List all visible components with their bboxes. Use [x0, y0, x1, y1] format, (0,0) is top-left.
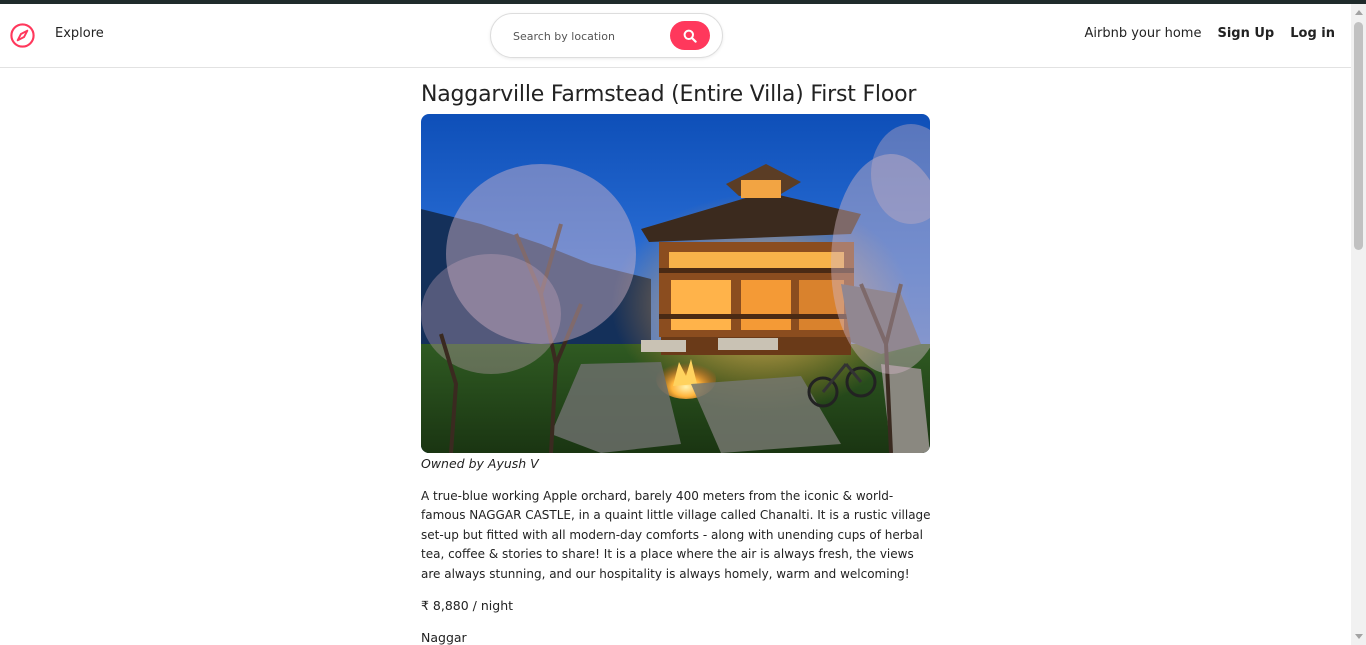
search-icon — [683, 29, 697, 43]
search-bar — [490, 13, 723, 58]
compass-icon[interactable] — [9, 22, 36, 49]
listing-title: Naggarville Farmstead (Entire Villa) Fir… — [421, 82, 917, 107]
listing-owner: Owned by Ayush V — [421, 456, 539, 471]
scrollbar[interactable] — [1351, 4, 1366, 645]
nav-links: Airbnb your home Sign Up Log in — [1085, 26, 1336, 41]
search-button[interactable] — [670, 21, 710, 50]
scroll-down-arrow-icon[interactable] — [1355, 634, 1363, 639]
explore-link[interactable]: Explore — [55, 26, 104, 41]
sign-up-link[interactable]: Sign Up — [1217, 26, 1274, 41]
listing-description: A true-blue working Apple orchard, barel… — [421, 489, 931, 581]
listing-photo — [421, 114, 930, 453]
scrollbar-thumb[interactable] — [1354, 22, 1363, 250]
airbnb-your-home-link[interactable]: Airbnb your home — [1085, 26, 1202, 41]
listing-location: Naggar — [421, 630, 467, 645]
scroll-up-arrow-icon[interactable] — [1355, 10, 1363, 15]
listing-price: ₹ 8,880 / night — [421, 598, 514, 614]
search-input[interactable] — [513, 26, 653, 46]
log-in-link[interactable]: Log in — [1290, 26, 1335, 41]
navbar: Explore Airbnb your home Sign Up Log in — [0, 4, 1351, 68]
listing-detail: Naggarville Farmstead (Entire Villa) Fir… — [421, 80, 931, 645]
